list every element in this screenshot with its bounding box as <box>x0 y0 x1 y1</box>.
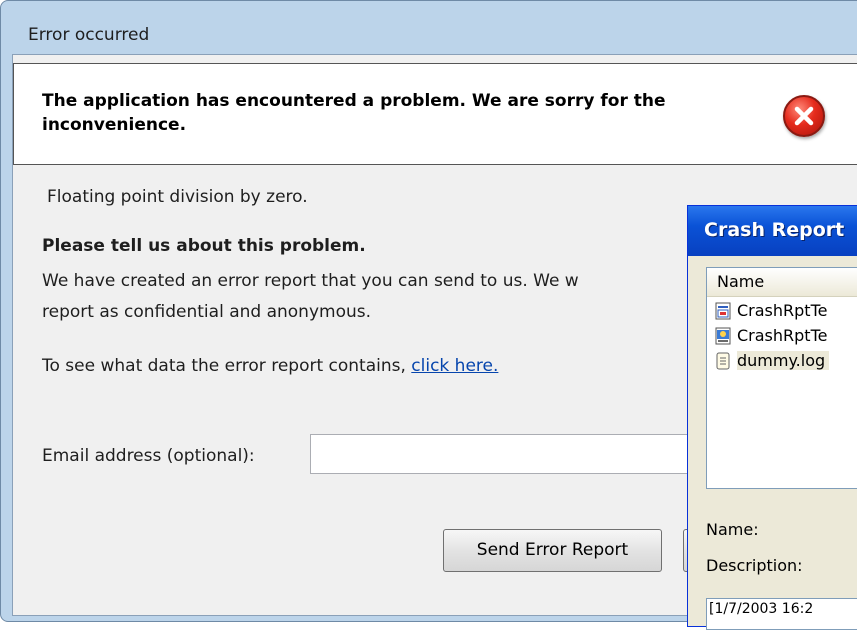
file-list-item[interactable]: CrashRptTe <box>713 300 857 324</box>
file-name: CrashRptTe <box>737 326 828 345</box>
log-preview-text: [1/7/2003 16:2 <box>709 601 814 617</box>
click-here-link[interactable]: click here. <box>411 356 498 376</box>
email-label: Email address (optional): <box>42 446 255 466</box>
header-message: The application has encountered a proble… <box>42 91 666 135</box>
file-list-item[interactable]: dummy.log <box>713 350 857 374</box>
email-input[interactable] <box>310 434 710 474</box>
header-panel: The application has encountered a proble… <box>13 63 857 165</box>
text-file-icon <box>716 352 730 370</box>
explanation-line-2: report as confidential and anonymous. <box>42 302 372 322</box>
error-message: Floating point division by zero. <box>47 187 308 207</box>
xml-file-icon <box>715 302 731 320</box>
column-header-name[interactable]: Name <box>707 268 857 297</box>
name-label: Name: <box>706 520 759 539</box>
column-header-label: Name <box>717 272 765 291</box>
file-details-panel: Name: Description: <box>706 492 857 610</box>
crash-report-title: Crash Report <box>704 219 845 241</box>
send-error-report-button[interactable]: Send Error Report <box>443 529 662 572</box>
file-list[interactable]: Name CrashRptTe CrashRptTe dummy.log <box>706 267 857 489</box>
prompt-heading: Please tell us about this problem. <box>42 236 366 256</box>
description-label: Description: <box>706 556 803 575</box>
see-data-text: To see what data the error report contai… <box>42 356 406 376</box>
crash-report-titlebar[interactable]: Crash Report <box>688 206 857 256</box>
explanation-line-1: We have created an error report that you… <box>42 271 579 291</box>
see-data-row: To see what data the error report contai… <box>42 356 498 376</box>
file-preview-area[interactable]: [1/7/2003 16:2 <box>706 598 857 630</box>
crash-report-window: Crash Report Name CrashRptTe CrashRptTe <box>687 205 857 630</box>
file-name: dummy.log <box>737 351 830 370</box>
file-name: CrashRptTe <box>737 301 828 320</box>
error-icon <box>783 95 825 137</box>
image-file-icon <box>715 327 731 345</box>
window-title: Error occurred <box>28 25 150 45</box>
file-list-item[interactable]: CrashRptTe <box>713 325 857 349</box>
